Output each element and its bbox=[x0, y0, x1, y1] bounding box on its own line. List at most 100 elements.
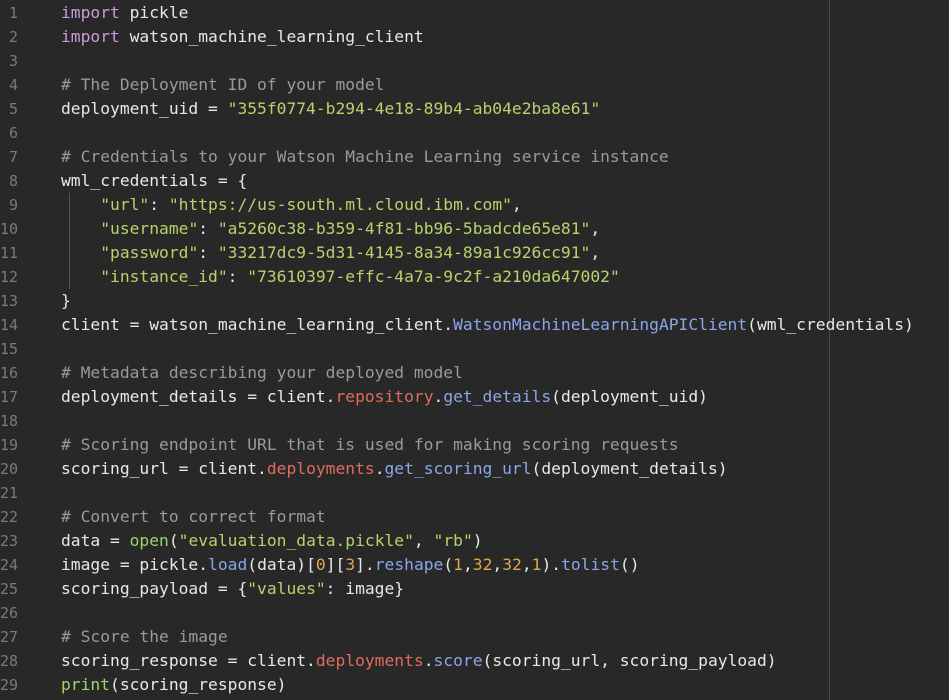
token-plain: (deployment_details) bbox=[531, 459, 728, 478]
code-line[interactable]: 20 scoring_url = client.deployments.get_s… bbox=[0, 457, 949, 481]
code-line[interactable]: 14 client = watson_machine_learning_clien… bbox=[0, 313, 949, 337]
line-number: 3 bbox=[8, 52, 18, 70]
token-plain: , bbox=[492, 555, 503, 574]
code-line[interactable]: 3 bbox=[0, 49, 949, 73]
code-text[interactable]: "username": "a5260c38-b359-4f81-bb96-5ba… bbox=[61, 217, 600, 241]
line-number: 24 bbox=[0, 556, 19, 574]
code-line[interactable]: 19 # Scoring endpoint URL that is used fo… bbox=[0, 433, 949, 457]
code-line[interactable]: 12 "instance_id": "73610397-effc-4a7a-9c… bbox=[0, 265, 949, 289]
line-number: 19 bbox=[0, 436, 19, 454]
token-number: 32 bbox=[502, 555, 522, 574]
token-plain: pickle bbox=[119, 3, 189, 22]
token-attr: repository bbox=[335, 387, 434, 406]
code-text[interactable]: # Credentials to your Watson Machine Lea… bbox=[61, 145, 669, 169]
token-string: "username" bbox=[100, 219, 199, 238]
token-plain: } bbox=[61, 291, 71, 310]
code-text[interactable]: wml_credentials = { bbox=[61, 169, 247, 193]
line-number: 29 bbox=[0, 676, 19, 694]
code-line[interactable]: 16 # Metadata describing your deployed mo… bbox=[0, 361, 949, 385]
code-text[interactable]: scoring_response = client.deployments.sc… bbox=[61, 649, 777, 673]
code-line[interactable]: 18 bbox=[0, 409, 949, 433]
code-line[interactable]: 25 scoring_payload = {"values": image} bbox=[0, 577, 949, 601]
token-plain: . bbox=[423, 651, 434, 670]
code-text[interactable]: # Score the image bbox=[61, 625, 228, 649]
token-plain: ]. bbox=[355, 555, 375, 574]
code-line[interactable]: 8 wml_credentials = { bbox=[0, 169, 949, 193]
code-line[interactable]: 27 # Score the image bbox=[0, 625, 949, 649]
code-line[interactable]: 10 "username": "a5260c38-b359-4f81-bb96-… bbox=[0, 217, 949, 241]
token-attr: deployments bbox=[266, 459, 375, 478]
token-plain: : bbox=[227, 267, 248, 286]
code-line[interactable]: 23 data = open("evaluation_data.pickle", … bbox=[0, 529, 949, 553]
code-lines[interactable]: 1 import pickle 2 import watson_machine_lea… bbox=[0, 1, 949, 697]
code-line[interactable]: 4 # The Deployment ID of your model bbox=[0, 73, 949, 97]
token-plain: . bbox=[433, 387, 444, 406]
token-func: WatsonMachineLearningAPIClient bbox=[453, 315, 748, 334]
token-plain: , bbox=[590, 219, 601, 238]
code-line[interactable]: 28 scoring_response = client.deployments.… bbox=[0, 649, 949, 673]
line-number: 16 bbox=[0, 364, 19, 382]
code-text[interactable]: "password": "33217dc9-5d31-4145-8a34-89a… bbox=[61, 241, 600, 265]
code-text[interactable]: "url": "https://us-south.ml.cloud.ibm.co… bbox=[61, 193, 522, 217]
code-line[interactable]: 15 bbox=[0, 337, 949, 361]
code-text[interactable]: # Scoring endpoint URL that is used for … bbox=[61, 433, 679, 457]
token-plain: , bbox=[521, 555, 532, 574]
code-line[interactable]: 26 bbox=[0, 601, 949, 625]
code-text[interactable]: # The Deployment ID of your model bbox=[61, 73, 384, 97]
code-line[interactable]: 2 import watson_machine_learning_client bbox=[0, 25, 949, 49]
code-editor[interactable]: 1 import pickle 2 import watson_machine_lea… bbox=[0, 0, 949, 700]
code-text[interactable]: image = pickle.load(data)[0][3].reshape(… bbox=[61, 553, 640, 577]
code-line[interactable]: 5 deployment_uid = "355f0774-b294-4e18-89… bbox=[0, 97, 949, 121]
token-plain: scoring_response = client. bbox=[61, 651, 316, 670]
code-line[interactable]: 13} bbox=[0, 289, 949, 313]
line-number: 2 bbox=[8, 28, 18, 46]
code-text[interactable]: client = watson_machine_learning_client.… bbox=[61, 313, 914, 337]
line-number: 18 bbox=[0, 412, 19, 430]
token-plain: () bbox=[619, 555, 640, 574]
token-string: "values" bbox=[247, 579, 326, 598]
line-number: 17 bbox=[0, 388, 19, 406]
code-line[interactable]: 17 deployment_details = client.repository… bbox=[0, 385, 949, 409]
code-text[interactable]: import watson_machine_learning_client bbox=[61, 25, 424, 49]
code-text[interactable]: import pickle bbox=[61, 1, 188, 25]
code-line[interactable]: 22 # Convert to correct format bbox=[0, 505, 949, 529]
token-plain: , bbox=[590, 243, 601, 262]
line-number: 6 bbox=[8, 124, 18, 142]
code-line[interactable]: 21 bbox=[0, 481, 949, 505]
token-comment: # Credentials to your Watson Machine Lea… bbox=[61, 147, 669, 166]
code-text[interactable]: # Convert to correct format bbox=[61, 505, 326, 529]
code-text[interactable]: deployment_uid = "355f0774-b294-4e18-89b… bbox=[61, 97, 600, 121]
token-plain: ( bbox=[168, 531, 179, 550]
line-number: 21 bbox=[0, 484, 19, 502]
code-line[interactable]: 24 image = pickle.load(data)[0][3].reshap… bbox=[0, 553, 949, 577]
code-line[interactable]: 1 import pickle bbox=[0, 1, 949, 25]
code-text[interactable]: deployment_details = client.repository.g… bbox=[61, 385, 708, 409]
token-keyword: import bbox=[61, 27, 120, 46]
token-func: load bbox=[208, 555, 248, 574]
token-plain: ( bbox=[443, 555, 454, 574]
token-comment: # Scoring endpoint URL that is used for … bbox=[61, 435, 679, 454]
code-text[interactable]: "instance_id": "73610397-effc-4a7a-9c2f-… bbox=[61, 265, 620, 289]
code-text[interactable]: scoring_url = client.deployments.get_sco… bbox=[61, 457, 728, 481]
code-line[interactable]: 29 print(scoring_response) bbox=[0, 673, 949, 697]
token-builtin: open bbox=[129, 531, 169, 550]
code-text[interactable]: data = open("evaluation_data.pickle", "r… bbox=[61, 529, 483, 553]
token-plain: : image} bbox=[325, 579, 405, 598]
line-number: 15 bbox=[0, 340, 19, 358]
code-text[interactable]: print(scoring_response) bbox=[61, 673, 286, 697]
token-number: 1 bbox=[531, 555, 542, 574]
code-line[interactable]: 11 "password": "33217dc9-5d31-4145-8a34-… bbox=[0, 241, 949, 265]
line-number: 27 bbox=[0, 628, 19, 646]
code-text[interactable]: } bbox=[61, 289, 71, 313]
token-plain: deployment_uid = bbox=[61, 99, 228, 118]
code-line[interactable]: 9 "url": "https://us-south.ml.cloud.ibm.… bbox=[0, 193, 949, 217]
code-line[interactable]: 6 bbox=[0, 121, 949, 145]
token-comment: # Convert to correct format bbox=[61, 507, 326, 526]
code-text[interactable]: # Metadata describing your deployed mode… bbox=[61, 361, 463, 385]
token-plain: , bbox=[413, 531, 434, 550]
token-string: "evaluation_data.pickle" bbox=[178, 531, 414, 550]
code-line[interactable]: 7 # Credentials to your Watson Machine Le… bbox=[0, 145, 949, 169]
code-text[interactable]: scoring_payload = {"values": image} bbox=[61, 577, 404, 601]
